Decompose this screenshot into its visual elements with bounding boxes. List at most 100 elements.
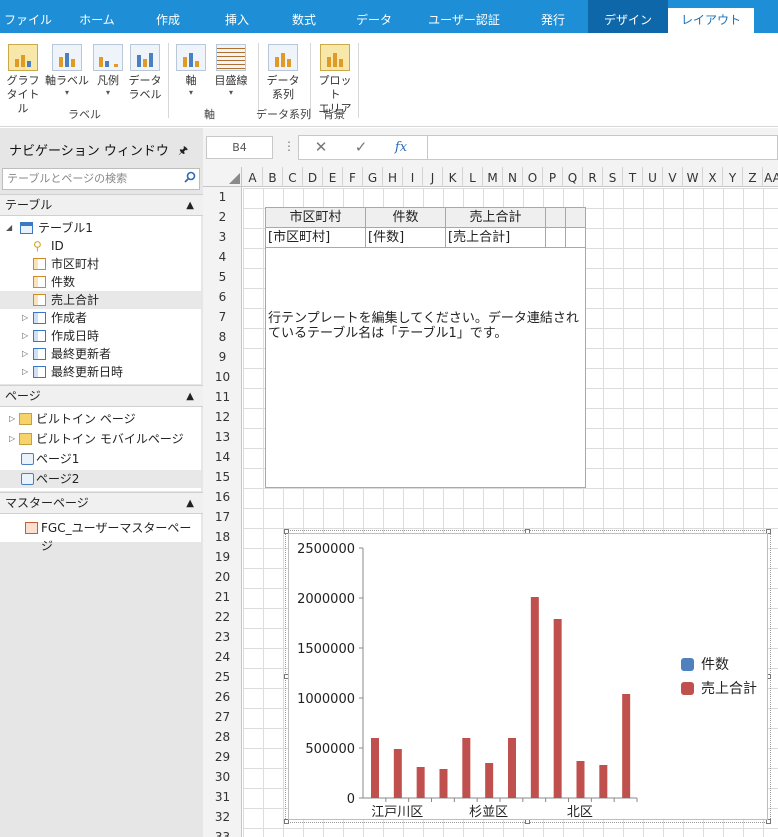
tree-item-page[interactable]: ▷ ビルトイン ページ [0,410,201,428]
header-cell[interactable] [546,208,566,228]
row-header[interactable]: 33 [203,827,242,837]
column-header[interactable]: S [603,167,623,187]
master-page-section-header[interactable]: マスターページ ▲ [0,492,203,514]
tab-formula[interactable]: 数式 [276,0,332,33]
collapsed-triangle-icon[interactable]: ▷ [22,345,28,363]
repeater-table[interactable]: 市区町村 件数 売上合計 [市区町村] [件数] [売上合計] 行テンプレートを… [265,207,586,488]
column-header[interactable]: W [683,167,703,187]
row-header[interactable]: 8 [203,327,242,347]
row-header[interactable]: 17 [203,507,242,527]
collapsed-triangle-icon[interactable]: ▷ [22,327,28,345]
more-icon[interactable]: ⋮ [283,139,295,153]
tree-item-page[interactable]: ページ1 [0,450,201,468]
column-header[interactable]: AA [763,167,778,187]
row-header[interactable]: 7 [203,307,242,327]
column-header[interactable]: L [463,167,483,187]
row-header[interactable]: 26 [203,687,242,707]
collapsed-triangle-icon[interactable]: ▷ [9,410,15,428]
expanded-triangle-icon[interactable]: ◢ [6,219,12,237]
tree-item-field[interactable]: 市区町村 [0,255,201,273]
row-header[interactable]: 21 [203,587,242,607]
axes-button[interactable]: 軸 ▾ [175,44,207,98]
axis-labels-button[interactable]: 軸ラベル ▾ [45,44,89,98]
tree-item-field[interactable]: 件数 [0,273,201,291]
select-all-corner[interactable] [203,167,242,187]
tab-design[interactable]: デザイン [588,0,668,33]
header-cell[interactable]: 件数 [366,208,446,228]
row-header[interactable]: 30 [203,767,242,787]
page-section-header[interactable]: ページ ▲ [0,385,203,407]
tab-file[interactable]: ファイル [0,0,56,33]
tree-item-field[interactable]: ▷ 最終更新日時 [0,363,201,381]
header-cell[interactable]: 売上合計 [446,208,546,228]
tree-item-field[interactable]: ▷ 作成者 [0,309,201,327]
row-header[interactable]: 29 [203,747,242,767]
row-header[interactable]: 5 [203,267,242,287]
collapsed-triangle-icon[interactable]: ▷ [22,363,28,381]
tab-home[interactable]: ホーム [66,0,128,33]
cell-name-box[interactable]: B4 [206,136,273,159]
row-header[interactable]: 18 [203,527,242,547]
tab-user-auth[interactable]: ユーザー認証 [414,0,514,33]
column-header[interactable]: K [443,167,463,187]
column-header[interactable]: C [283,167,303,187]
chart-title-button[interactable]: グラフ タイトル [4,44,42,116]
row-header[interactable]: 31 [203,787,242,807]
tree-item-field[interactable]: 売上合計 [0,291,201,309]
tree-item-page[interactable]: ▷ ビルトイン モバイルページ [0,430,201,448]
data-cell[interactable]: [市区町村] [266,228,366,247]
row-header[interactable]: 10 [203,367,242,387]
row-header[interactable]: 27 [203,707,242,727]
confirm-icon[interactable]: ✓ [349,138,373,156]
tab-data[interactable]: データ [344,0,404,33]
data-series-button[interactable]: データ 系列 [265,44,301,102]
row-header[interactable]: 19 [203,547,242,567]
tab-publish[interactable]: 発行 [524,0,582,33]
tree-item-page[interactable]: ページ2 [0,470,201,488]
tree-item-field[interactable]: ▷ 作成日時 [0,327,201,345]
search-input[interactable]: テーブルとページの検索 [2,168,200,190]
column-header[interactable]: U [643,167,663,187]
bar-chart[interactable]: 2500000 2000000 1500000 1000000 500000 0 江戸川区 杉… [288,533,768,820]
function-icon[interactable]: fx [389,140,413,155]
column-header[interactable]: G [363,167,383,187]
column-header[interactable]: M [483,167,503,187]
column-header[interactable]: T [623,167,643,187]
column-header[interactable]: B [263,167,283,187]
row-header[interactable]: 28 [203,727,242,747]
cancel-icon[interactable]: ✕ [309,138,333,156]
column-header[interactable]: I [403,167,423,187]
row-header[interactable]: 9 [203,347,242,367]
row-header[interactable]: 14 [203,447,242,467]
data-cell[interactable]: [件数] [366,228,446,247]
collapsed-triangle-icon[interactable]: ▷ [9,430,15,448]
chevron-up-icon[interactable]: ▲ [186,195,194,216]
data-cell[interactable] [546,228,566,247]
row-header[interactable]: 2 [203,207,242,227]
column-header[interactable]: X [703,167,723,187]
column-header[interactable]: Q [563,167,583,187]
tree-item-master-page[interactable]: FGC_ユーザーマスターページ [0,519,201,553]
column-header[interactable]: R [583,167,603,187]
row-header[interactable]: 3 [203,227,242,247]
row-header[interactable]: 20 [203,567,242,587]
data-labels-button[interactable]: データ ラベル [127,44,163,102]
row-header[interactable]: 12 [203,407,242,427]
column-header[interactable]: Y [723,167,743,187]
collapsed-triangle-icon[interactable]: ▷ [22,309,28,327]
column-header[interactable]: Z [743,167,763,187]
row-header[interactable]: 13 [203,427,242,447]
row-header[interactable]: 16 [203,487,242,507]
row-header[interactable]: 11 [203,387,242,407]
row-header[interactable]: 24 [203,647,242,667]
chevron-up-icon[interactable]: ▲ [186,386,194,407]
row-header[interactable]: 6 [203,287,242,307]
row-header[interactable]: 22 [203,607,242,627]
column-header[interactable]: D [303,167,323,187]
gridlines-button[interactable]: 目盛線 ▾ [211,44,251,98]
search-icon[interactable] [184,171,196,183]
tree-item-field[interactable]: ▷ 最終更新者 [0,345,201,363]
column-header[interactable]: F [343,167,363,187]
row-header[interactable]: 15 [203,467,242,487]
legend-button[interactable]: 凡例 ▾ [91,44,125,98]
